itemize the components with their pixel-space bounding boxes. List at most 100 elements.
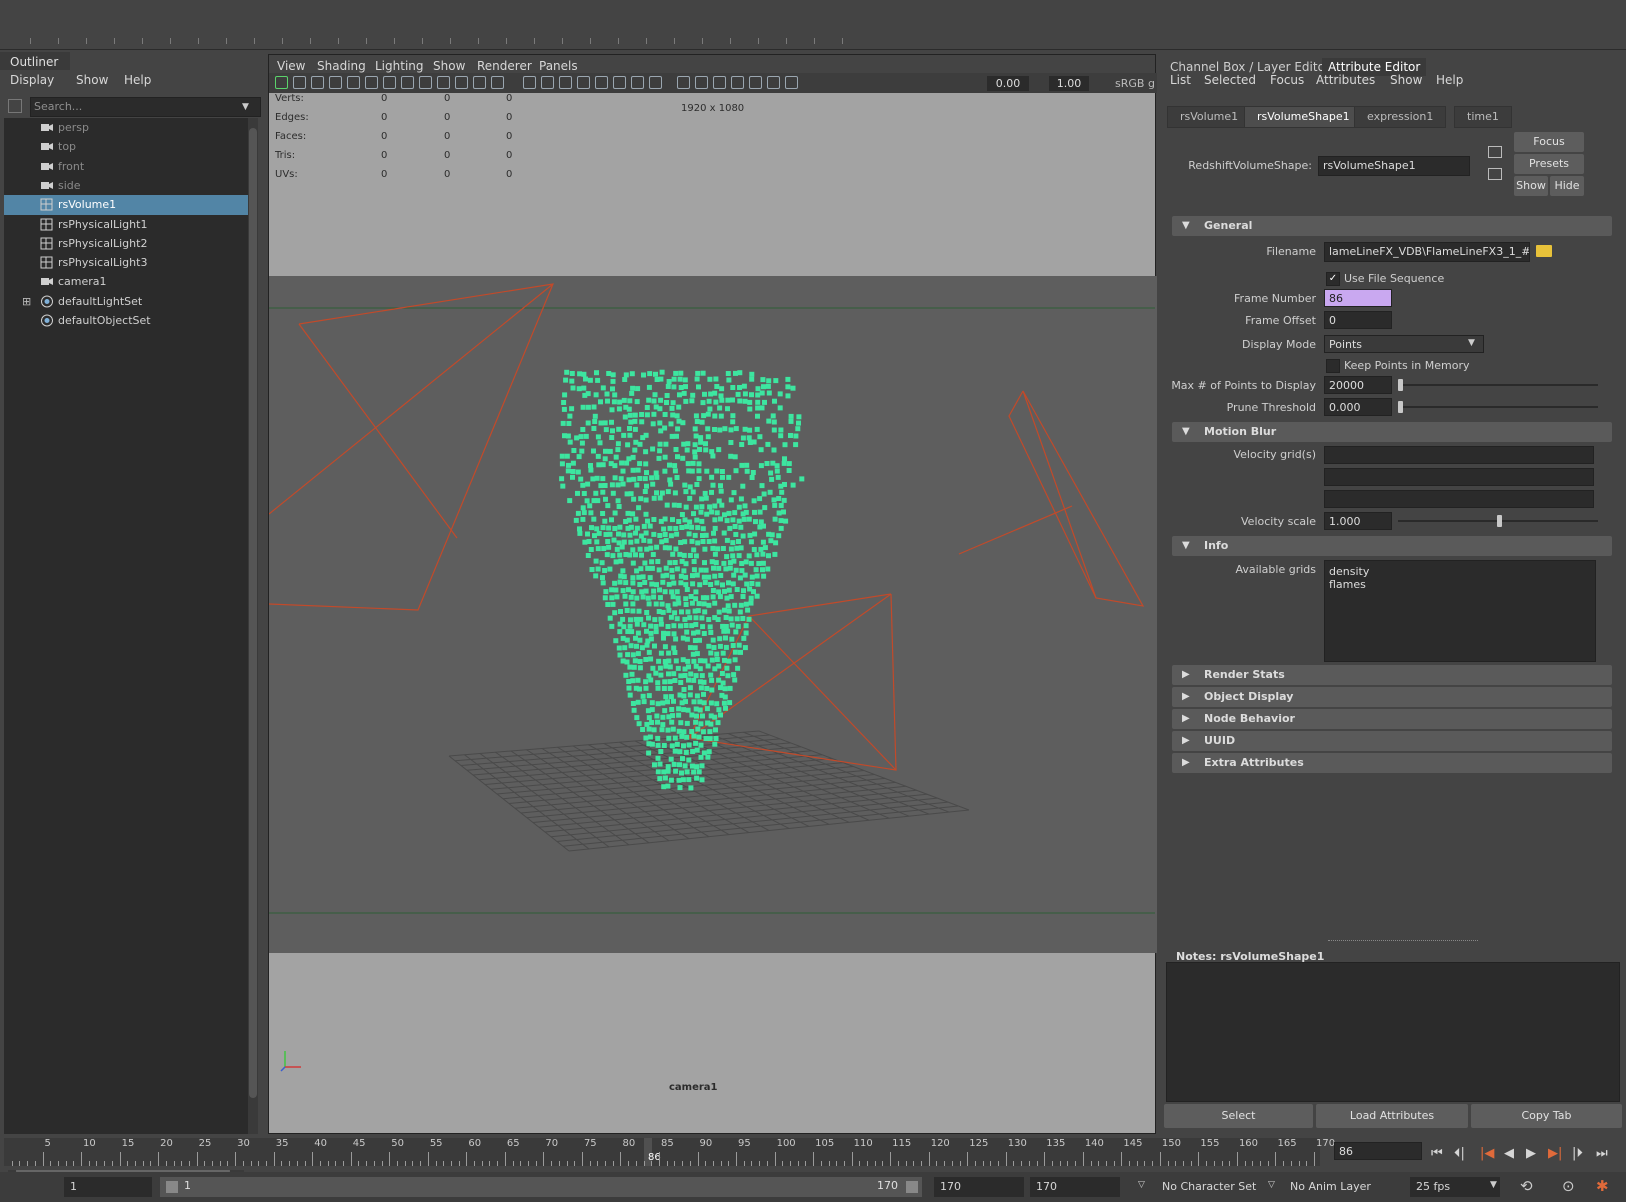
play-forwards-icon[interactable]: ▶: [1526, 1146, 1536, 1161]
max-points-field[interactable]: 20000: [1324, 376, 1392, 394]
node-tab-time1[interactable]: time1: [1454, 106, 1512, 128]
start-time-field[interactable]: 1: [64, 1177, 152, 1197]
focus-button[interactable]: Focus: [1514, 132, 1584, 152]
animation-prefs-icon[interactable]: ✱: [1596, 1177, 1609, 1195]
viewport-menu-view[interactable]: View: [277, 59, 305, 73]
scene-canvas[interactable]: [269, 276, 1155, 953]
notes-textarea[interactable]: [1166, 962, 1620, 1102]
outliner-item-rsPhysicalLight2[interactable]: rsPhysicalLight2: [4, 234, 248, 254]
anim-layer-label[interactable]: No Anim Layer: [1290, 1180, 1371, 1193]
auto-key-icon[interactable]: ⊙: [1562, 1177, 1575, 1195]
end-time-field[interactable]: 170: [934, 1177, 1024, 1197]
film-gate-icon[interactable]: [401, 76, 414, 89]
section-general[interactable]: ▼ General: [1172, 216, 1612, 236]
max-points-slider[interactable]: [1398, 384, 1598, 386]
viewport-scene[interactable]: [269, 276, 1157, 953]
ao-icon[interactable]: [631, 76, 644, 89]
ae-menu-help[interactable]: Help: [1436, 73, 1463, 87]
loop-icon[interactable]: ⟲: [1520, 1177, 1533, 1195]
velocity-grid-z-field[interactable]: [1324, 490, 1594, 508]
outliner-search-input[interactable]: Search...: [30, 97, 261, 117]
outliner-item-rsPhysicalLight3[interactable]: rsPhysicalLight3: [4, 253, 248, 273]
outliner-menu-help[interactable]: Help: [124, 73, 151, 87]
gamma-field[interactable]: 1.00: [1049, 76, 1089, 91]
filename-field[interactable]: lameLineFX_VDB\FlameLineFX3_1_#.vdb: [1324, 242, 1530, 262]
section-render-stats[interactable]: ▶ Render Stats: [1172, 665, 1612, 685]
section-motion-blur[interactable]: ▼ Motion Blur: [1172, 422, 1612, 442]
velocity-scale-slider-knob[interactable]: [1497, 515, 1502, 527]
prune-threshold-field[interactable]: 0.000: [1324, 398, 1392, 416]
outliner-menu-display[interactable]: Display: [10, 73, 54, 87]
go-to-start-icon[interactable]: ⏮: [1431, 1146, 1443, 1161]
fps-dropdown[interactable]: 25 fps: [1410, 1177, 1500, 1197]
xray-icon[interactable]: [731, 76, 744, 89]
time-slider[interactable]: 86 5 10 15 20 25 30 35 40 45 50 55 60 65 70 75 80 85 90 95…: [0, 1134, 1626, 1170]
ae-menu-show[interactable]: Show: [1390, 73, 1422, 87]
dropdown-arrow-icon[interactable]: ▼: [1468, 338, 1475, 348]
velocity-grid-y-field[interactable]: [1324, 468, 1594, 486]
outliner-item-rsVolume1[interactable]: rsVolume1: [4, 195, 248, 216]
load-attributes-button[interactable]: Load Attributes: [1316, 1104, 1468, 1128]
character-set-dropdown-icon[interactable]: ▽: [1138, 1180, 1145, 1190]
resolution-gate-icon[interactable]: [419, 76, 432, 89]
light-rsPhysicalLight1[interactable]: [269, 283, 554, 611]
motion-blur-icon[interactable]: [649, 76, 662, 89]
node-name-field[interactable]: rsVolumeShape1: [1318, 156, 1470, 176]
textured-icon[interactable]: [577, 76, 590, 89]
bookmark-icon[interactable]: [311, 76, 324, 89]
image-plane-icon[interactable]: [329, 76, 342, 89]
input-connections-icon[interactable]: [1488, 146, 1502, 158]
max-points-slider-knob[interactable]: [1398, 379, 1403, 391]
shadows-icon[interactable]: [613, 76, 626, 89]
smooth-shade-icon[interactable]: [541, 76, 554, 89]
play-backwards-icon[interactable]: ◀: [1504, 1146, 1514, 1161]
output-connections-icon[interactable]: [1488, 168, 1502, 180]
safe-title-icon[interactable]: [491, 76, 504, 89]
viewport-menu-lighting[interactable]: Lighting: [375, 59, 424, 73]
step-back-key-icon[interactable]: ⏴|: [1454, 1146, 1465, 1161]
outliner-item-defaultLightSet[interactable]: ⊞ defaultLightSet: [4, 292, 248, 312]
outliner-item-rsPhysicalLight1[interactable]: rsPhysicalLight1: [4, 215, 248, 235]
frame-offset-field[interactable]: 0: [1324, 311, 1392, 329]
grid-icon[interactable]: [383, 76, 396, 89]
viewport-menu-panels[interactable]: Panels: [539, 59, 578, 73]
ae-menu-attributes[interactable]: Attributes: [1316, 73, 1375, 87]
display-mode-dropdown[interactable]: Points: [1324, 335, 1484, 353]
velocity-scale-field[interactable]: 1.000: [1324, 512, 1392, 530]
timeline-ruler[interactable]: 86 5 10 15 20 25 30 35 40 45 50 55 60 65 70 75 80 85 90 95…: [4, 1138, 1335, 1166]
prune-threshold-slider-knob[interactable]: [1398, 401, 1403, 413]
viewport-menu-shading[interactable]: Shading: [317, 59, 366, 73]
grease-pencil-icon[interactable]: [365, 76, 378, 89]
section-object-display[interactable]: ▶ Object Display: [1172, 687, 1612, 707]
aa-icon[interactable]: [677, 76, 690, 89]
show-button[interactable]: Show: [1514, 176, 1548, 196]
outliner-item-side[interactable]: side: [4, 176, 248, 196]
viewport-menu-renderer[interactable]: Renderer: [477, 59, 532, 73]
volume-points[interactable]: [559, 369, 805, 791]
xray-joints-icon[interactable]: [749, 76, 762, 89]
range-slider[interactable]: 1 170: [160, 1177, 922, 1197]
outliner-item-defaultObjectSet[interactable]: defaultObjectSet: [4, 311, 248, 331]
filter-icon[interactable]: [8, 99, 22, 113]
notes-splitter[interactable]: [1328, 940, 1478, 942]
keep-points-checkbox[interactable]: [1326, 359, 1340, 373]
current-frame-field[interactable]: 86: [1334, 1142, 1422, 1160]
outliner-menu-show[interactable]: Show: [76, 73, 108, 87]
playback-end-field[interactable]: 170: [1030, 1177, 1120, 1197]
select-camera-icon[interactable]: [275, 76, 288, 89]
node-tab-rsvolumeshape1[interactable]: rsVolumeShape1: [1244, 106, 1363, 128]
prune-threshold-slider[interactable]: [1398, 406, 1598, 408]
search-dropdown-icon[interactable]: ▼: [242, 102, 249, 112]
presets-button[interactable]: Presets: [1514, 154, 1584, 174]
wire-on-shaded-icon[interactable]: [559, 76, 572, 89]
frame-number-field[interactable]: 86: [1324, 289, 1392, 307]
fps-dropdown-arrow-icon[interactable]: ▼: [1490, 1180, 1497, 1190]
wireframe-icon[interactable]: [523, 76, 536, 89]
hide-button[interactable]: Hide: [1550, 176, 1584, 196]
section-info[interactable]: ▼ Info: [1172, 536, 1612, 556]
ae-menu-list[interactable]: List: [1170, 73, 1191, 87]
section-extra-attributes[interactable]: ▶ Extra Attributes: [1172, 753, 1612, 773]
safe-action-icon[interactable]: [473, 76, 486, 89]
select-button[interactable]: Select: [1164, 1104, 1313, 1128]
folder-icon[interactable]: [1536, 245, 1552, 257]
